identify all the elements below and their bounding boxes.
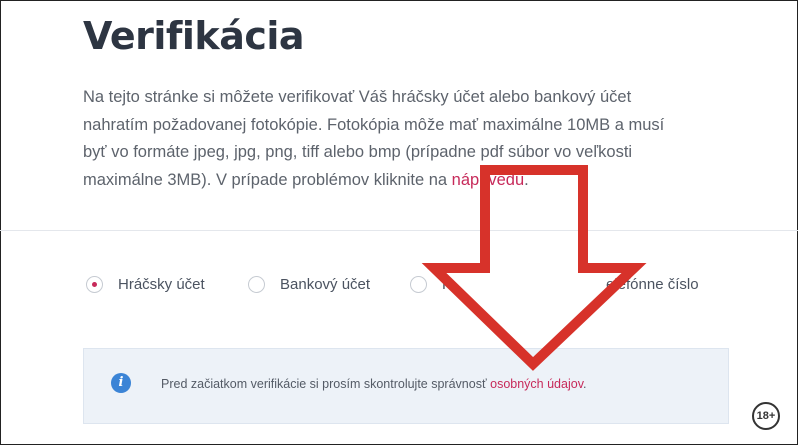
page-description: Na tejto stránke si môžete verifikovať V…	[83, 84, 683, 194]
radio-player-account[interactable]: Hráčsky účet	[86, 276, 205, 293]
radio-label: P	[442, 276, 453, 293]
section-divider	[0, 230, 798, 231]
radio-label: elefónne číslo	[606, 276, 699, 293]
help-link[interactable]: nápovedu	[452, 171, 525, 189]
notice-message: Pred začiatkom verifikácie si prosím sko…	[161, 377, 491, 391]
radio-label: Hráčsky účet	[118, 276, 205, 293]
radio-button[interactable]	[248, 276, 265, 293]
radio-third-option[interactable]: P	[410, 276, 452, 293]
radio-bank-account[interactable]: Bankový účet	[248, 276, 370, 293]
info-notice: i Pred začiatkom verifikácie si prosím s…	[83, 348, 729, 424]
age-restriction-badge: 18+	[752, 402, 780, 430]
page-title: Verifikácia	[83, 14, 305, 58]
radio-label: Bankový účet	[280, 276, 371, 293]
description-text: Na tejto stránke si môžete verifikovať V…	[83, 88, 665, 189]
description-end: .	[524, 170, 529, 189]
radio-button[interactable]	[410, 276, 427, 293]
info-icon: i	[111, 373, 131, 393]
radio-phone-number[interactable]: elefónne číslo	[606, 276, 699, 293]
notice-end: .	[583, 377, 587, 391]
notice-text: Pred začiatkom verifikácie si prosím sko…	[161, 377, 587, 391]
personal-data-link[interactable]: osobných údajov	[490, 377, 583, 391]
radio-button-checked[interactable]	[86, 276, 103, 293]
verification-type-options: Hráčsky účet Bankový účet P elefónne čís…	[0, 276, 798, 298]
